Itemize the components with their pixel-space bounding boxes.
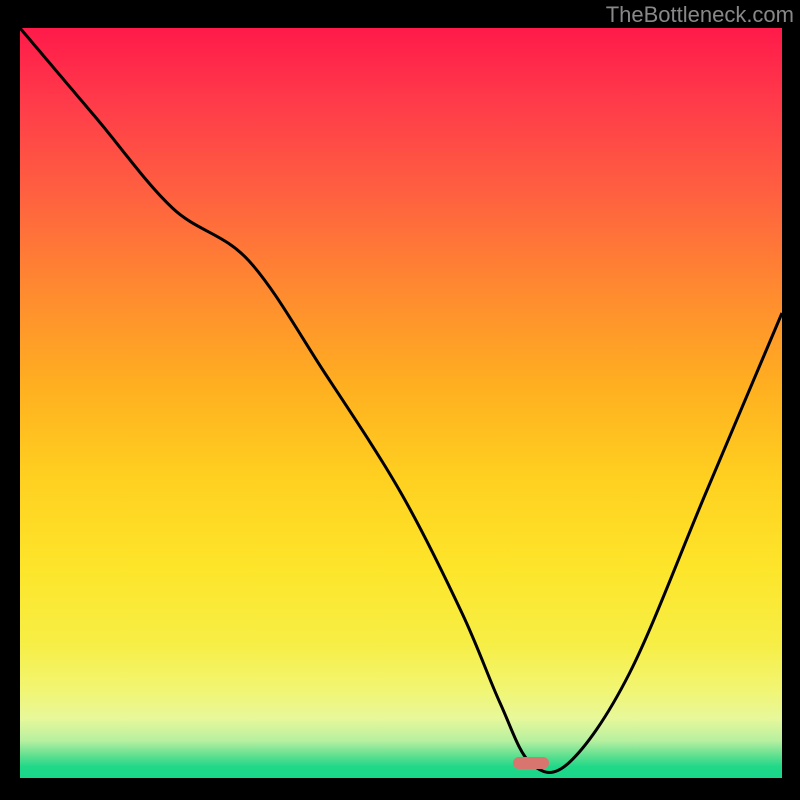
bottleneck-curve xyxy=(20,28,782,778)
optimal-marker xyxy=(513,757,549,769)
watermark-text: TheBottleneck.com xyxy=(606,2,794,28)
curve-path xyxy=(20,28,782,772)
chart-plot-area xyxy=(20,28,782,778)
